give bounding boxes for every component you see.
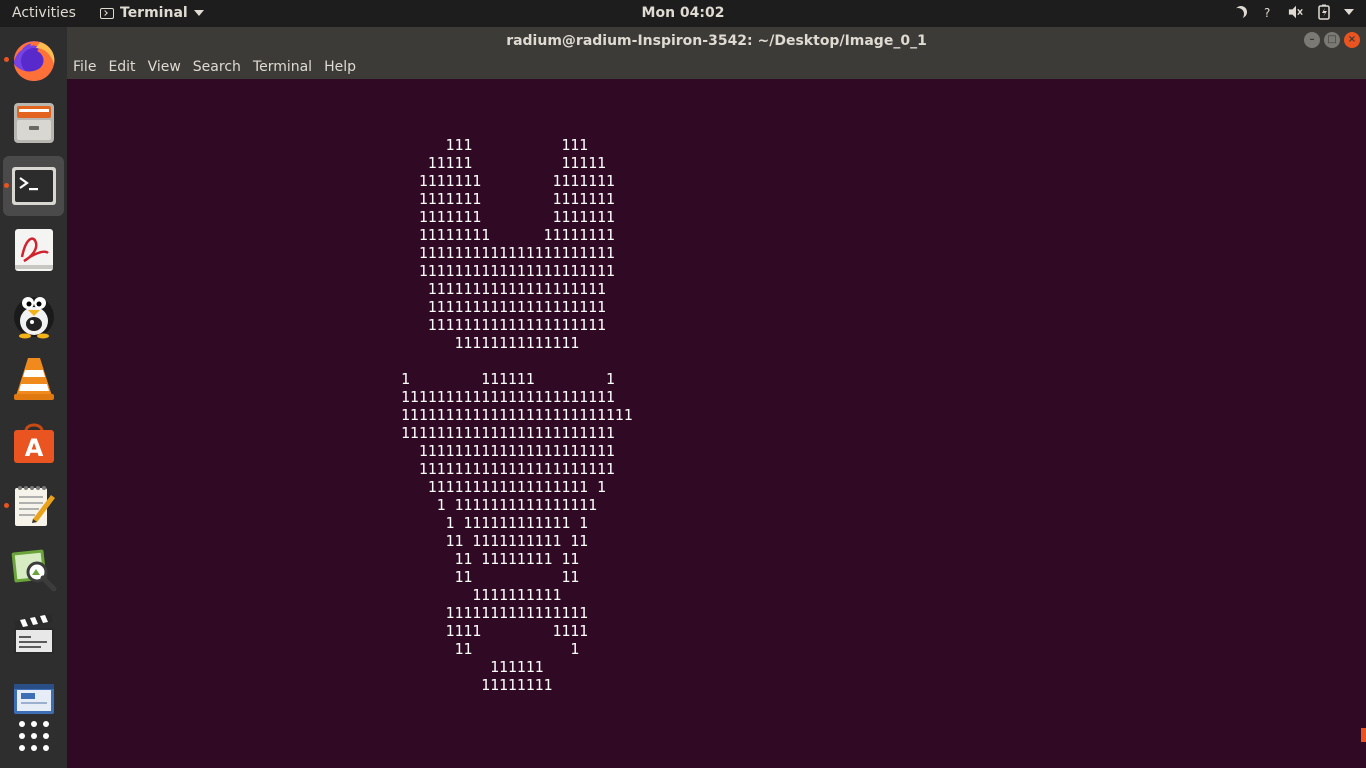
terminal-line: 1111111111111111111111 (401, 245, 615, 262)
dock-item-terminal[interactable] (3, 156, 64, 216)
terminal-line: 11111111111111111111 (401, 317, 606, 334)
terminal-line: 11111111111111111111111111 (401, 407, 633, 424)
image-viewer-icon (11, 549, 56, 592)
terminal-small-icon (100, 7, 114, 19)
dock-item-video-editor[interactable] (3, 604, 64, 664)
app-menu[interactable]: Terminal (100, 5, 204, 21)
terminal-line: 1111111 1111111 (401, 191, 615, 208)
clock[interactable]: Mon 04:02 (642, 5, 725, 21)
system-menu-caret-icon[interactable] (1344, 9, 1354, 15)
night-light-icon[interactable] (1232, 4, 1248, 20)
video-editor-icon (13, 614, 54, 654)
maximize-button[interactable]: □ (1324, 32, 1340, 48)
dock-item-files[interactable] (3, 92, 64, 152)
menu-bar: File Edit View Search Terminal Help (67, 55, 1366, 79)
dock-item-text-editor[interactable] (3, 476, 64, 536)
close-button[interactable]: × (1344, 32, 1360, 48)
terminal-line: 11111 11111 (401, 155, 606, 172)
terminal-icon (11, 167, 56, 205)
top-panel: Activities Terminal Mon 04:02 ? (0, 0, 1366, 27)
running-indicator (4, 183, 9, 188)
ascii-art-output: 111 111 11111 11111 1111111 1111111 1111… (401, 137, 633, 695)
status-area[interactable]: ? (1232, 4, 1354, 20)
terminal-line: 11 11111111 11 (401, 551, 580, 568)
menu-help[interactable]: Help (318, 59, 362, 75)
running-indicator (4, 57, 9, 62)
terminal-line: 1111111111111111111111 (401, 263, 615, 280)
vlc-icon (13, 358, 54, 400)
dock-item-penguin-game[interactable] (3, 284, 64, 344)
terminal-line: 111111111111111111 1 (401, 479, 606, 496)
running-indicator (4, 503, 9, 508)
terminal-line: 11111111 11111111 (401, 227, 615, 244)
window-titlebar[interactable]: radium@radium-Inspiron-3542: ~/Desktop/I… (67, 27, 1366, 55)
dock-item-document-viewer[interactable] (3, 220, 64, 280)
dock-item-software-center[interactable]: A (3, 412, 64, 472)
app-menu-label: Terminal (120, 5, 188, 21)
terminal-line: 11 1111111111 11 (401, 533, 589, 550)
penguin-game-icon (13, 297, 54, 339)
terminal-line: 1111111111111111111111 (401, 443, 615, 460)
terminal-line: 1 111111111111 1 (401, 515, 589, 532)
minimize-button[interactable]: – (1304, 32, 1320, 48)
terminal-line: 1111 1111 (401, 623, 589, 640)
help-icon[interactable]: ? (1260, 4, 1276, 20)
terminal-window: radium@radium-Inspiron-3542: ~/Desktop/I… (67, 27, 1366, 768)
terminal-output[interactable]: 111 111 11111 11111 1111111 1111111 1111… (67, 79, 1366, 768)
document-viewer-icon (14, 229, 53, 271)
window-title: radium@radium-Inspiron-3542: ~/Desktop/I… (506, 33, 927, 49)
terminal-line: 11 11 (401, 569, 580, 586)
svg-text:A: A (24, 434, 43, 462)
dock: A (0, 27, 67, 768)
dock-item-show-applications[interactable] (3, 706, 64, 766)
menu-search[interactable]: Search (187, 59, 247, 75)
menu-view[interactable]: View (142, 59, 187, 75)
terminal-line: 1 111111 1 (401, 371, 615, 388)
menu-edit[interactable]: Edit (102, 59, 141, 75)
terminal-line: 1111111111111111111111 (401, 461, 615, 478)
dock-item-vlc[interactable] (3, 348, 64, 408)
menu-file[interactable]: File (67, 59, 102, 75)
terminal-line: 111 111 (401, 137, 589, 154)
terminal-line: 111111111111111111111111 (401, 425, 615, 442)
volume-muted-icon[interactable] (1288, 4, 1304, 20)
show-applications-icon (18, 721, 49, 751)
svg-text:?: ? (1264, 6, 1270, 19)
menu-terminal[interactable]: Terminal (247, 59, 318, 75)
dock-item-image-viewer[interactable] (3, 540, 64, 600)
terminal-line: 111111 (401, 659, 544, 676)
terminal-line: 1 1111111111111111 (401, 497, 597, 514)
terminal-line: 1111111 1111111 (401, 173, 615, 190)
scroll-marker[interactable] (1361, 728, 1366, 742)
terminal-line: 111111111111111111111111 (401, 389, 615, 406)
terminal-line: 1111111 1111111 (401, 209, 615, 226)
battery-icon[interactable] (1316, 4, 1332, 20)
terminal-line: 11111111111111111111 (401, 299, 606, 316)
terminal-line: 1111111111111111 (401, 605, 589, 622)
firefox-icon (13, 41, 54, 81)
activities-button[interactable]: Activities (12, 5, 76, 21)
files-icon (13, 103, 54, 143)
terminal-line: 11111111111111 (401, 335, 580, 352)
chevron-down-icon (193, 10, 204, 16)
terminal-line: 1111111111 (401, 587, 562, 604)
dock-item-firefox[interactable] (3, 30, 64, 90)
terminal-line: 11111111 (401, 677, 553, 694)
software-center-icon: A (13, 423, 54, 463)
text-editor-icon (14, 486, 55, 526)
terminal-line: 11111111111111111111 (401, 281, 606, 298)
terminal-line: 11 1 (401, 641, 580, 658)
